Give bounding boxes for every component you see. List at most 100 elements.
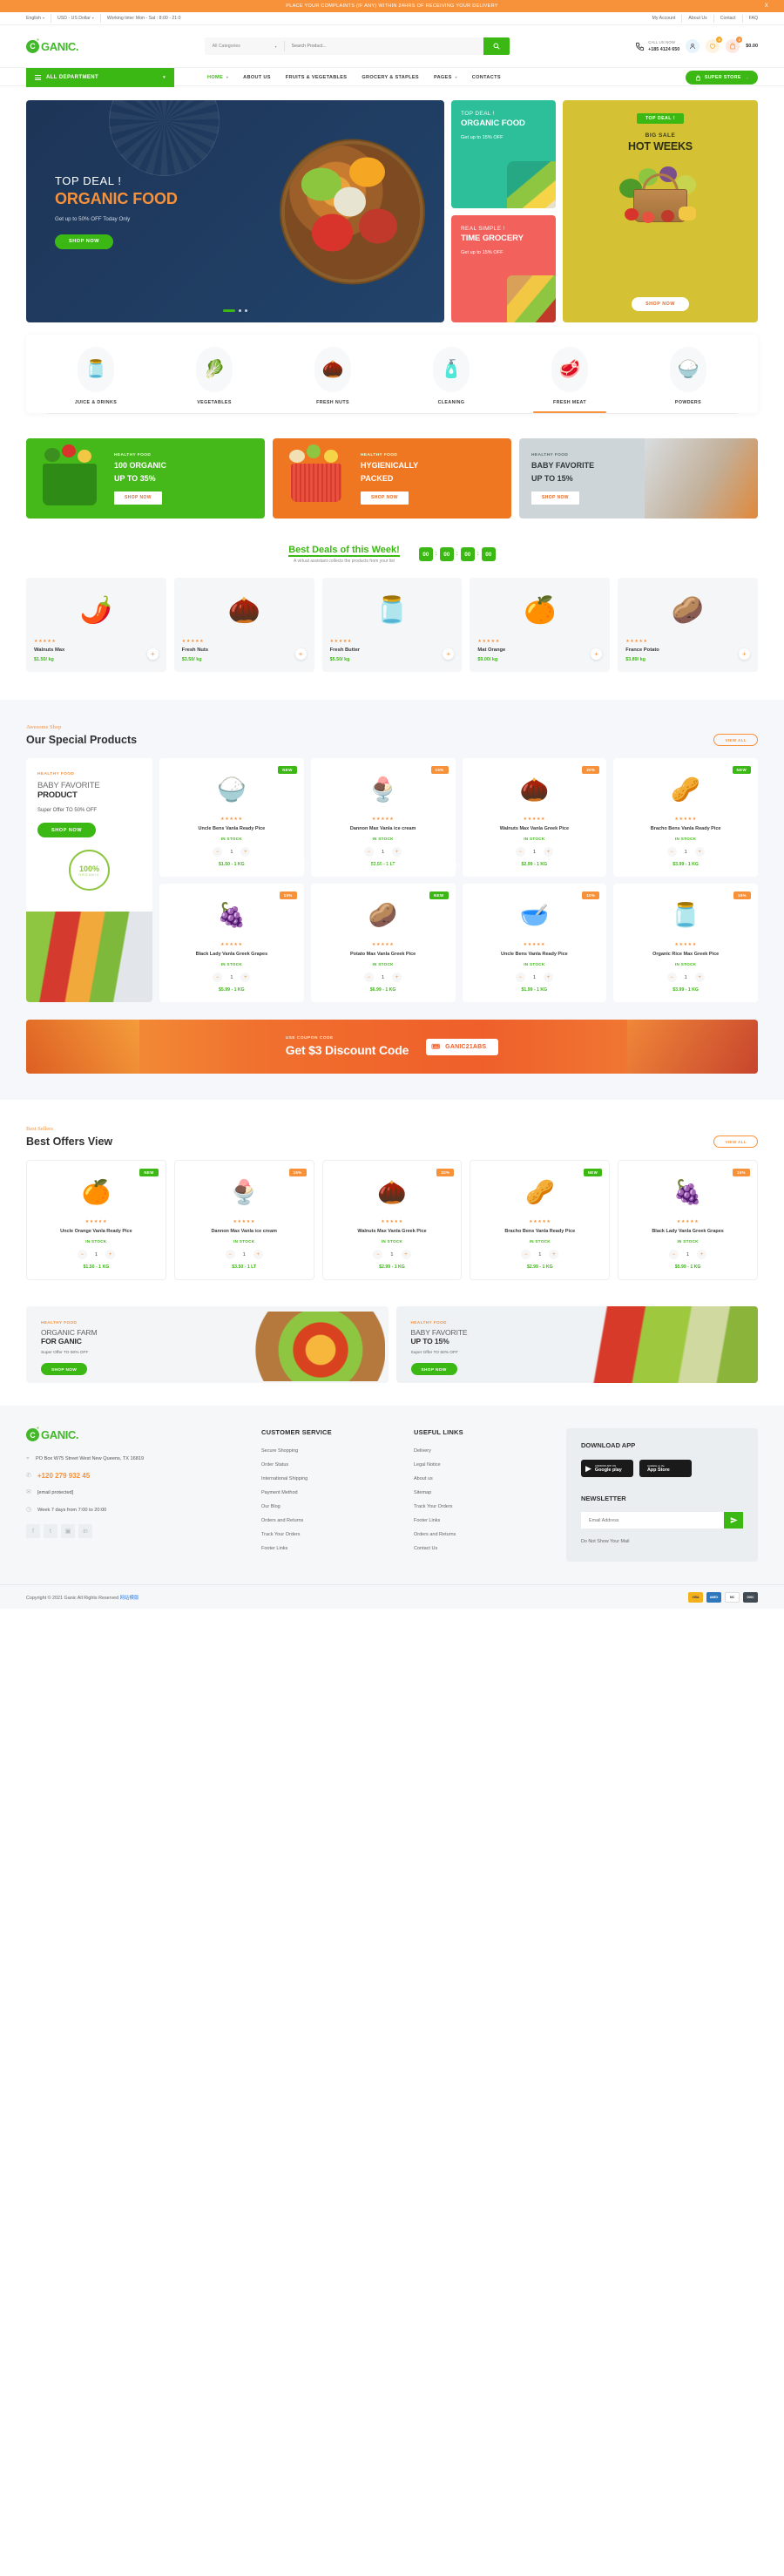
footer-link-order-status[interactable]: Order Status (261, 1462, 414, 1468)
account-button[interactable] (686, 39, 700, 53)
site-logo[interactable]: C GANIC. (26, 37, 79, 53)
category-item-cleaning[interactable]: 🧴 CLEANING (402, 347, 500, 413)
banner-shop-now-button[interactable]: SHOP NOW (37, 823, 96, 837)
product-card[interactable]: NEW 🍚 ★★★★★ Uncle Bens Vanla Ready Pice … (159, 758, 304, 877)
nav-item-pages[interactable]: PAGES ▾ (434, 75, 457, 80)
promo-shop-now-button[interactable]: SHOP NOW (531, 491, 579, 505)
quantity-increase-button[interactable]: + (240, 847, 251, 857)
quantity-increase-button[interactable]: + (392, 847, 402, 857)
coupon-code[interactable]: GANIC21ABS (426, 1038, 499, 1055)
search-button[interactable] (483, 37, 510, 55)
wishlist-button[interactable]: 0 (706, 37, 723, 53)
topbar-link-my-account[interactable]: My Account (646, 14, 683, 23)
product-card[interactable]: 10% 🥣 ★★★★★ Uncle Bens Vanla Ready Pice … (462, 884, 607, 1002)
special-banner-baby-favorite[interactable]: HEALTHY FOOD BABY FAVORITE PRODUCT Super… (26, 758, 152, 1002)
product-card[interactable]: NEW 🥔 ★★★★★ Potato Max Vanla Greek Pice … (310, 884, 456, 1002)
footer-link-track-your-orders[interactable]: Track Your Orders (414, 1504, 566, 1509)
category-item-fresh-nuts[interactable]: 🌰 FRESH NUTS (284, 347, 382, 413)
newsletter-submit-button[interactable] (724, 1512, 743, 1529)
footer-link-payment-method[interactable]: Payment Method (261, 1490, 414, 1495)
footer-link-sitemap[interactable]: Sitemap (414, 1490, 566, 1495)
promo-shop-now-button[interactable]: SHOP NOW (361, 491, 409, 505)
carousel-dot-3[interactable] (245, 309, 247, 312)
footer-link-track-your-orders[interactable]: Track Your Orders (261, 1532, 414, 1537)
topbar-link-about-us[interactable]: About Us (682, 14, 714, 23)
quantity-decrease-button[interactable]: − (521, 1250, 531, 1259)
copyright-link[interactable]: 网站模版 (120, 1596, 139, 1601)
cart-button[interactable]: 2 (726, 37, 743, 53)
deal-card[interactable]: 🍊 ★★★★★ Mat Orange $9.00/ kg + (470, 578, 611, 672)
banner-shop-now-button[interactable]: SHOP NOW (41, 1363, 88, 1375)
promo-card-baby-favorite[interactable]: HEALTHY FOOD BABY FAVORITE UP TO 15% SHO… (519, 438, 758, 519)
nav-item-fruits-vegetables[interactable]: FRUITS & VEGETABLES (286, 75, 348, 80)
quantity-decrease-button[interactable]: − (373, 1250, 383, 1259)
view-all-button[interactable]: VIEW ALL (713, 734, 758, 746)
quantity-increase-button[interactable]: + (694, 973, 705, 982)
hero-card-time-grocery[interactable]: REAL SIMPLE ! TIME GROCERY Get up to 15%… (451, 214, 556, 322)
category-item-juice-drinks[interactable]: 🫙 JUICE & DRINKS (47, 347, 145, 413)
quantity-decrease-button[interactable]: − (666, 973, 677, 982)
category-item-powders[interactable]: 🍚 POWDERS (639, 347, 737, 413)
hot-weeks-shop-now-button[interactable]: SHOP NOW (632, 297, 689, 311)
quantity-increase-button[interactable]: + (694, 847, 705, 857)
deal-card[interactable]: 🌶️ ★★★★★ Walnuts Max $1.50/ kg + (26, 578, 166, 672)
footer-link-our-blog[interactable]: Our Blog (261, 1504, 414, 1509)
quantity-increase-button[interactable]: + (543, 847, 553, 857)
footer-link-delivery[interactable]: Delivery (414, 1448, 566, 1454)
banner-shop-now-button[interactable]: SHOP NOW (410, 1363, 457, 1375)
product-card[interactable]: NEW 🍊 ★★★★★ Uncle Orange Vanla Ready Pic… (26, 1160, 166, 1280)
nav-item-home[interactable]: HOME ▾ (207, 75, 228, 80)
deal-card[interactable]: 🫙 ★★★★★ Fresh Butter $5.50/ kg + (321, 578, 463, 672)
quantity-decrease-button[interactable]: − (225, 1250, 235, 1259)
footer-link-international-shipping[interactable]: International Shipping (261, 1476, 414, 1481)
search-input[interactable] (284, 44, 483, 49)
quantity-increase-button[interactable]: + (253, 1250, 263, 1259)
nav-item-about-us[interactable]: ABOUT US (243, 75, 271, 80)
product-card[interactable]: 30% 🌰 ★★★★★ Walnuts Max Vanla Greek Pice… (462, 758, 607, 877)
promo-card-organic[interactable]: HEALTHY FOOD 100 ORGANIC UP TO 35% SHOP … (26, 438, 265, 519)
newsletter-email-input[interactable] (581, 1512, 724, 1529)
close-icon[interactable]: X (765, 3, 768, 9)
app-store-button[interactable]: Available on the App Store (639, 1460, 692, 1477)
quantity-increase-button[interactable]: + (697, 1250, 707, 1259)
topbar-link-faq[interactable]: FAQ (743, 15, 758, 23)
category-item-vegetables[interactable]: 🥬 VEGETABLES (166, 347, 263, 413)
quantity-decrease-button[interactable]: − (669, 1250, 679, 1259)
hero-main-slide[interactable]: TOP DEAL ! ORGANIC FOOD Get up to 50% OF… (26, 100, 444, 322)
quantity-decrease-button[interactable]: − (213, 847, 223, 857)
google-play-button[interactable]: ▶ ANDROID APP ON Google play (581, 1460, 633, 1477)
quantity-increase-button[interactable]: + (549, 1250, 559, 1259)
category-item-fresh-meat[interactable]: 🥩 FRESH MEAT (521, 347, 618, 413)
quantity-increase-button[interactable]: + (401, 1250, 411, 1259)
add-to-cart-button[interactable]: + (146, 648, 159, 660)
hero-card-organic-food[interactable]: TOP DEAL ! ORGANIC FOOD Get up to 15% OF… (451, 100, 556, 208)
quantity-increase-button[interactable]: + (240, 973, 251, 982)
product-card[interactable]: 15% 🍇 ★★★★★ Black Lady Vanla Greek Grape… (159, 884, 304, 1002)
product-card[interactable]: 15% 🍇 ★★★★★ Black Lady Vanla Greek Grape… (618, 1160, 758, 1280)
quantity-increase-button[interactable]: + (392, 973, 402, 982)
add-to-cart-button[interactable]: + (294, 648, 307, 660)
language-selector[interactable]: English ▾ (26, 14, 52, 23)
quantity-decrease-button[interactable]: − (364, 973, 375, 982)
deal-card[interactable]: 🥔 ★★★★★ France Potato $3.89/ kg + (618, 578, 758, 672)
footer-logo[interactable]: C GANIC. (26, 1426, 261, 1441)
facebook-icon[interactable]: f (26, 1524, 40, 1538)
bottom-banner-baby-favorite[interactable]: HEALTHY FOOD BABY FAVORITE UP TO 15% Sup… (395, 1306, 758, 1383)
product-card[interactable]: 30% 🌰 ★★★★★ Walnuts Max Vanla Greek Pice… (321, 1160, 463, 1280)
promo-card-hygienic[interactable]: HEALTHY FOOD HYGIENICALLY PACKED SHOP NO… (273, 438, 511, 519)
currency-selector[interactable]: USD - US Dollar ▾ (51, 14, 101, 23)
search-category-select[interactable]: All Categories ▾ (205, 41, 285, 51)
footer-phone[interactable]: ✆ +120 279 932 45 (26, 1472, 261, 1481)
topbar-link-contact[interactable]: Contact (714, 14, 743, 23)
footer-link-contact-us[interactable]: Contact Us (414, 1546, 566, 1551)
youtube-icon[interactable]: ▣ (61, 1524, 75, 1538)
quantity-decrease-button[interactable]: − (77, 1250, 87, 1259)
quantity-decrease-button[interactable]: − (515, 973, 525, 982)
footer-link-about-us[interactable]: About us (414, 1476, 566, 1481)
product-card[interactable]: NEW 🥜 ★★★★★ Bracho Bens Vanla Ready Pice… (470, 1160, 611, 1280)
promo-shop-now-button[interactable]: SHOP NOW (114, 491, 162, 505)
nav-item-grocery-staples[interactable]: GROCERY & STAPLES (362, 75, 419, 80)
bottom-banner-organic-farm[interactable]: HEALTHY FOOD ORGANIC FARM FOR GANIC Supe… (26, 1306, 389, 1383)
quantity-decrease-button[interactable]: − (666, 847, 677, 857)
deal-card[interactable]: 🌰 ★★★★★ Fresh Nuts $3.50/ kg + (173, 578, 314, 672)
